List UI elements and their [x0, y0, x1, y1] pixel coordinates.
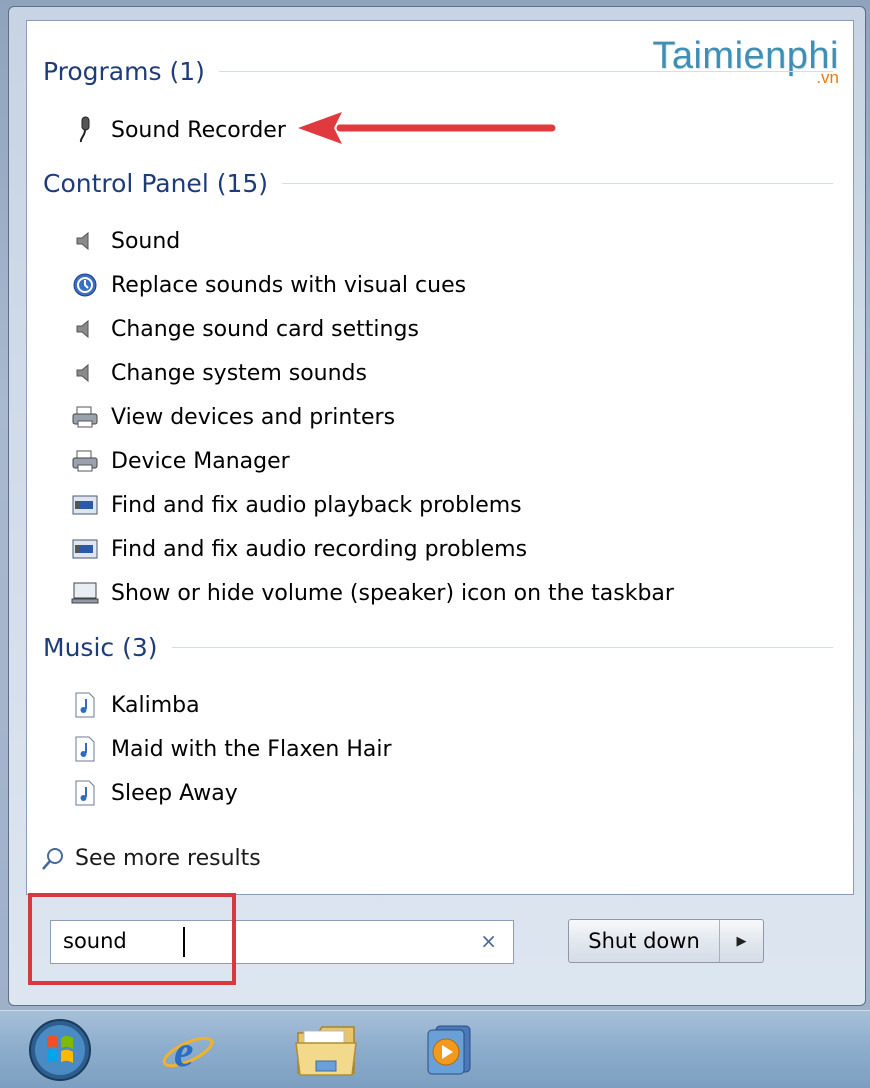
see-more-label: See more results [75, 846, 261, 871]
result-item-sleep-away[interactable]: Sleep Away [71, 773, 238, 813]
result-label: Change system sounds [111, 360, 367, 386]
group-divider [218, 71, 833, 72]
speaker-icon [71, 315, 99, 343]
result-label: View devices and printers [111, 404, 396, 430]
music-file-icon [71, 779, 99, 807]
result-label: Sound Recorder [111, 117, 286, 143]
result-item-sound[interactable]: Sound [71, 221, 180, 261]
shutdown-options-arrow-icon[interactable]: ▶ [720, 920, 763, 962]
svg-text:e: e [174, 1027, 194, 1076]
annotation-highlight-box [28, 893, 236, 985]
magnifier-icon [41, 847, 65, 871]
windows-explorer-icon[interactable] [290, 1017, 362, 1083]
result-item-fix-recording[interactable]: Find and fix audio recording problems [71, 529, 527, 569]
troubleshoot-icon [71, 535, 99, 563]
result-item-kalimba[interactable]: Kalimba [71, 685, 200, 725]
microphone-icon [71, 116, 99, 144]
group-header-programs[interactable]: Programs (1) [43, 57, 833, 86]
media-player-icon[interactable] [412, 1017, 484, 1083]
result-item-volume-icon[interactable]: Show or hide volume (speaker) icon on th… [71, 573, 674, 613]
search-results-pane: Taimienphi .vn Programs (1) Sound Record… [26, 20, 854, 895]
result-item-fix-playback[interactable]: Find and fix audio playback problems [71, 485, 522, 525]
notification-area-icon [71, 579, 99, 607]
result-item-devices-printers[interactable]: View devices and printers [71, 397, 395, 437]
group-header-music[interactable]: Music (3) [43, 633, 833, 662]
internet-explorer-icon[interactable]: e [152, 1017, 224, 1083]
printer-icon [71, 403, 99, 431]
music-file-icon [71, 735, 99, 763]
result-label: Maid with the Flaxen Hair [111, 736, 392, 762]
result-label: Sound [111, 228, 181, 254]
result-item-sound-card-settings[interactable]: Change sound card settings [71, 309, 419, 349]
result-label: Sleep Away [111, 780, 238, 806]
result-label: Find and fix audio playback problems [111, 492, 522, 518]
group-header-control-panel[interactable]: Control Panel (15) [43, 169, 833, 198]
taskbar: e [0, 1010, 870, 1088]
result-label: Device Manager [111, 448, 290, 474]
see-more-results-link[interactable]: See more results [41, 846, 261, 871]
start-orb-icon[interactable] [24, 1017, 96, 1083]
group-title: Music (3) [43, 633, 158, 662]
start-menu-frame: Taimienphi .vn Programs (1) Sound Record… [0, 0, 870, 1010]
group-title: Programs (1) [43, 57, 205, 86]
result-label: Find and fix audio recording problems [111, 536, 528, 562]
result-item-maid-flaxen-hair[interactable]: Maid with the Flaxen Hair [71, 729, 392, 769]
result-label: Change sound card settings [111, 316, 419, 342]
group-title: Control Panel (15) [43, 169, 269, 198]
printer-icon [71, 447, 99, 475]
clear-search-icon[interactable]: × [480, 929, 497, 953]
result-label: Kalimba [111, 692, 200, 718]
group-divider [282, 183, 833, 184]
group-divider [171, 647, 833, 648]
result-item-system-sounds[interactable]: Change system sounds [71, 353, 367, 393]
result-item-device-manager[interactable]: Device Manager [71, 441, 290, 481]
result-label: Show or hide volume (speaker) icon on th… [111, 580, 674, 606]
annotation-arrow [298, 112, 556, 144]
troubleshoot-icon [71, 491, 99, 519]
music-file-icon [71, 691, 99, 719]
ease-of-access-icon [71, 271, 99, 299]
result-item-replace-sounds[interactable]: Replace sounds with visual cues [71, 265, 466, 305]
speaker-icon [71, 227, 99, 255]
result-item-sound-recorder[interactable]: Sound Recorder [71, 110, 286, 150]
shutdown-button[interactable]: Shut down [569, 920, 720, 962]
result-label: Replace sounds with visual cues [111, 272, 467, 298]
shutdown-button-group: Shut down ▶ [568, 919, 764, 963]
speaker-icon [71, 359, 99, 387]
